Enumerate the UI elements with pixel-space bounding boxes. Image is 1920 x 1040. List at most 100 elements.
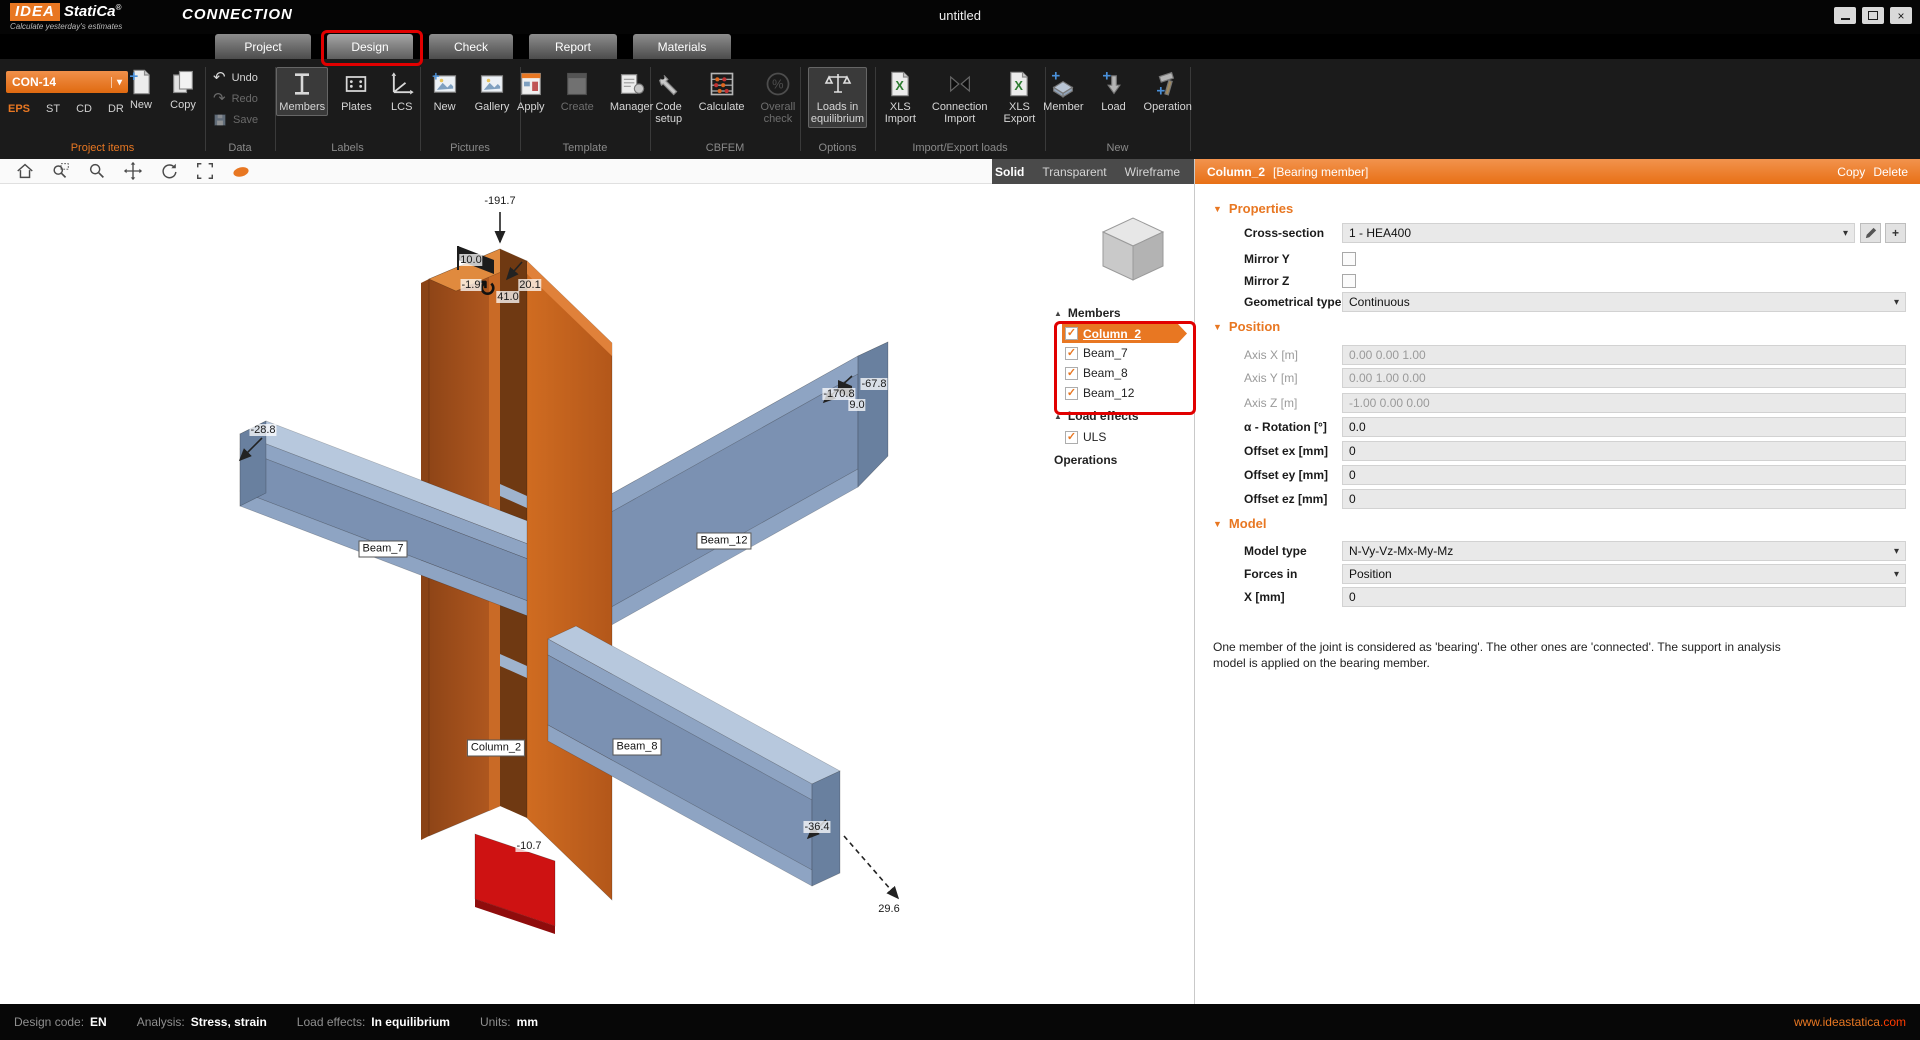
group-data: ↶Undo ↷Redo Save Data bbox=[205, 59, 275, 159]
connection-3d-model[interactable] bbox=[0, 184, 1194, 1004]
minimize-button[interactable] bbox=[1834, 7, 1856, 24]
labels-members-toggle[interactable]: Members bbox=[276, 67, 328, 116]
new-load-button[interactable]: + Load bbox=[1097, 67, 1131, 116]
member-label-beam-8[interactable]: Beam_8 bbox=[613, 739, 662, 756]
view-cube[interactable] bbox=[1090, 204, 1178, 292]
connection-import-button[interactable]: Connection Import bbox=[929, 67, 991, 128]
tree-item-beam-8[interactable]: ✓ Beam_8 bbox=[1062, 363, 1194, 383]
add-cross-section-button[interactable]: + bbox=[1885, 223, 1906, 243]
row-cross-section: Cross-section 1 - HEA400 ▾ + bbox=[1195, 222, 1920, 244]
column-2-front-flange-3d[interactable] bbox=[527, 261, 612, 900]
lcs-axes-icon bbox=[388, 70, 416, 98]
model-type-dropdown[interactable]: N-Vy-Vz-Mx-My-Mz ▾ bbox=[1342, 541, 1906, 561]
undo-button[interactable]: ↶Undo bbox=[213, 71, 267, 85]
viewport-3d[interactable]: ↻ Beam_7 Beam_12 Column_2 Beam_8 -191.7 … bbox=[0, 184, 1194, 1004]
checkbox-beam-8[interactable]: ✓ bbox=[1065, 367, 1078, 380]
load-effects-value: In equilibrium bbox=[371, 1015, 450, 1029]
offset-ex-input[interactable]: 0 bbox=[1342, 441, 1906, 461]
new-operation-button[interactable]: + Operation bbox=[1141, 67, 1195, 116]
section-position[interactable]: ▼ Position bbox=[1213, 319, 1280, 334]
rotation-input[interactable]: 0.0 bbox=[1342, 417, 1906, 437]
calculate-button[interactable]: Calculate bbox=[696, 67, 748, 128]
maximize-button[interactable] bbox=[1862, 7, 1884, 24]
code-st-button[interactable]: ST bbox=[46, 103, 60, 115]
new-member-button[interactable]: + Member bbox=[1040, 67, 1086, 116]
picture-new-button[interactable]: + New bbox=[428, 67, 462, 116]
mirror-z-checkbox[interactable] bbox=[1342, 274, 1356, 288]
labels-lcs-toggle[interactable]: LCS bbox=[385, 67, 419, 116]
code-setup-button[interactable]: Code setup bbox=[652, 67, 686, 128]
member-label-beam-12[interactable]: Beam_12 bbox=[696, 533, 751, 550]
tree-load-effects-header[interactable]: ▲ Load effects bbox=[1044, 405, 1194, 427]
geometrical-type-dropdown[interactable]: Continuous ▾ bbox=[1342, 292, 1906, 312]
project-item-selector[interactable]: CON-14 ▾ bbox=[6, 71, 128, 93]
tree-item-column-2[interactable]: ✓ Column_2 bbox=[1062, 324, 1187, 343]
tab-project[interactable]: Project bbox=[215, 34, 311, 59]
pan-button[interactable] bbox=[122, 160, 144, 182]
mode-transparent[interactable]: Transparent bbox=[1042, 165, 1106, 179]
code-dr-button[interactable]: DR bbox=[108, 103, 124, 115]
chevron-down-icon: ▾ bbox=[1843, 228, 1848, 239]
cross-section-dropdown[interactable]: 1 - HEA400 ▾ bbox=[1342, 223, 1855, 243]
group-labels: Members Plates LCS Labels bbox=[275, 59, 420, 159]
template-create-button[interactable]: Create bbox=[558, 67, 597, 116]
checkbox-beam-7[interactable]: ✓ bbox=[1065, 347, 1078, 360]
home-view-button[interactable] bbox=[14, 160, 36, 182]
collapse-icon: ▼ bbox=[1213, 204, 1222, 214]
x-mm-input[interactable]: 0 bbox=[1342, 587, 1906, 607]
tree-operations-header[interactable]: Operations bbox=[1044, 449, 1194, 471]
picture-gallery-button[interactable]: Gallery bbox=[472, 67, 513, 116]
tab-check[interactable]: Check bbox=[429, 34, 513, 59]
clay-blob-icon bbox=[230, 161, 252, 181]
offset-ez-input[interactable]: 0 bbox=[1342, 489, 1906, 509]
offset-ey-input[interactable]: 0 bbox=[1342, 465, 1906, 485]
tab-materials[interactable]: Materials bbox=[633, 34, 731, 59]
template-apply-button[interactable]: Apply bbox=[514, 67, 548, 116]
copy-project-item-button[interactable]: Copy bbox=[166, 65, 200, 114]
template-manager-button[interactable]: Manager bbox=[607, 67, 656, 116]
overall-check-button[interactable]: % Overall check bbox=[758, 67, 799, 128]
section-properties[interactable]: ▼ Properties bbox=[1213, 201, 1293, 216]
tree-item-uls[interactable]: ✓ ULS bbox=[1062, 427, 1194, 447]
tab-design[interactable]: Design bbox=[327, 34, 413, 59]
labels-plates-toggle[interactable]: Plates bbox=[338, 67, 375, 116]
mode-solid[interactable]: Solid bbox=[995, 165, 1024, 179]
edit-cross-section-button[interactable] bbox=[1860, 223, 1881, 243]
analysis-label: Analysis: bbox=[137, 1015, 185, 1029]
new-project-item-button[interactable]: + New bbox=[124, 65, 158, 114]
close-button[interactable]: × bbox=[1890, 7, 1912, 24]
member-label-column-2[interactable]: Column_2 bbox=[467, 740, 525, 757]
loads-in-equilibrium-toggle[interactable]: Loads in equilibrium bbox=[808, 67, 867, 128]
clay-mode-button[interactable] bbox=[230, 160, 252, 182]
website-link[interactable]: www.ideastatica.com bbox=[1794, 1015, 1920, 1029]
home-icon bbox=[15, 161, 35, 181]
checkbox-beam-12[interactable]: ✓ bbox=[1065, 387, 1078, 400]
zoom-fit-button[interactable] bbox=[194, 160, 216, 182]
panel-copy-button[interactable]: Copy bbox=[1837, 165, 1865, 179]
tree-item-beam-12[interactable]: ✓ Beam_12 bbox=[1062, 383, 1194, 403]
xls-import-button[interactable]: X XLS Import bbox=[882, 67, 919, 128]
mode-wireframe[interactable]: Wireframe bbox=[1125, 165, 1180, 179]
xls-export-button[interactable]: X XLS Export bbox=[1001, 67, 1039, 128]
abacus-icon bbox=[708, 70, 736, 98]
redo-button[interactable]: ↷Redo bbox=[213, 92, 267, 106]
zoom-button[interactable] bbox=[86, 160, 108, 182]
checkbox-column-2[interactable]: ✓ bbox=[1065, 327, 1078, 340]
tab-report[interactable]: Report bbox=[529, 34, 617, 59]
forces-in-dropdown[interactable]: Position ▾ bbox=[1342, 564, 1906, 584]
save-button[interactable]: Save bbox=[213, 113, 267, 127]
zoom-window-button[interactable] bbox=[50, 160, 72, 182]
code-eps-button[interactable]: EPS bbox=[8, 103, 30, 115]
rotate-view-button[interactable] bbox=[158, 160, 180, 182]
tree-members-header[interactable]: ▲ Members bbox=[1044, 302, 1194, 324]
section-model[interactable]: ▼ Model bbox=[1213, 516, 1266, 531]
redo-icon: ↷ bbox=[213, 92, 226, 106]
code-cd-button[interactable]: CD bbox=[76, 103, 92, 115]
members-label-icon bbox=[288, 70, 316, 98]
checkbox-uls[interactable]: ✓ bbox=[1065, 431, 1078, 444]
panel-delete-button[interactable]: Delete bbox=[1873, 165, 1908, 179]
axis-x-field: 0.00 0.00 1.00 bbox=[1342, 345, 1906, 365]
member-label-beam-7[interactable]: Beam_7 bbox=[359, 541, 408, 558]
tree-item-beam-7[interactable]: ✓ Beam_7 bbox=[1062, 343, 1194, 363]
mirror-y-checkbox[interactable] bbox=[1342, 252, 1356, 266]
